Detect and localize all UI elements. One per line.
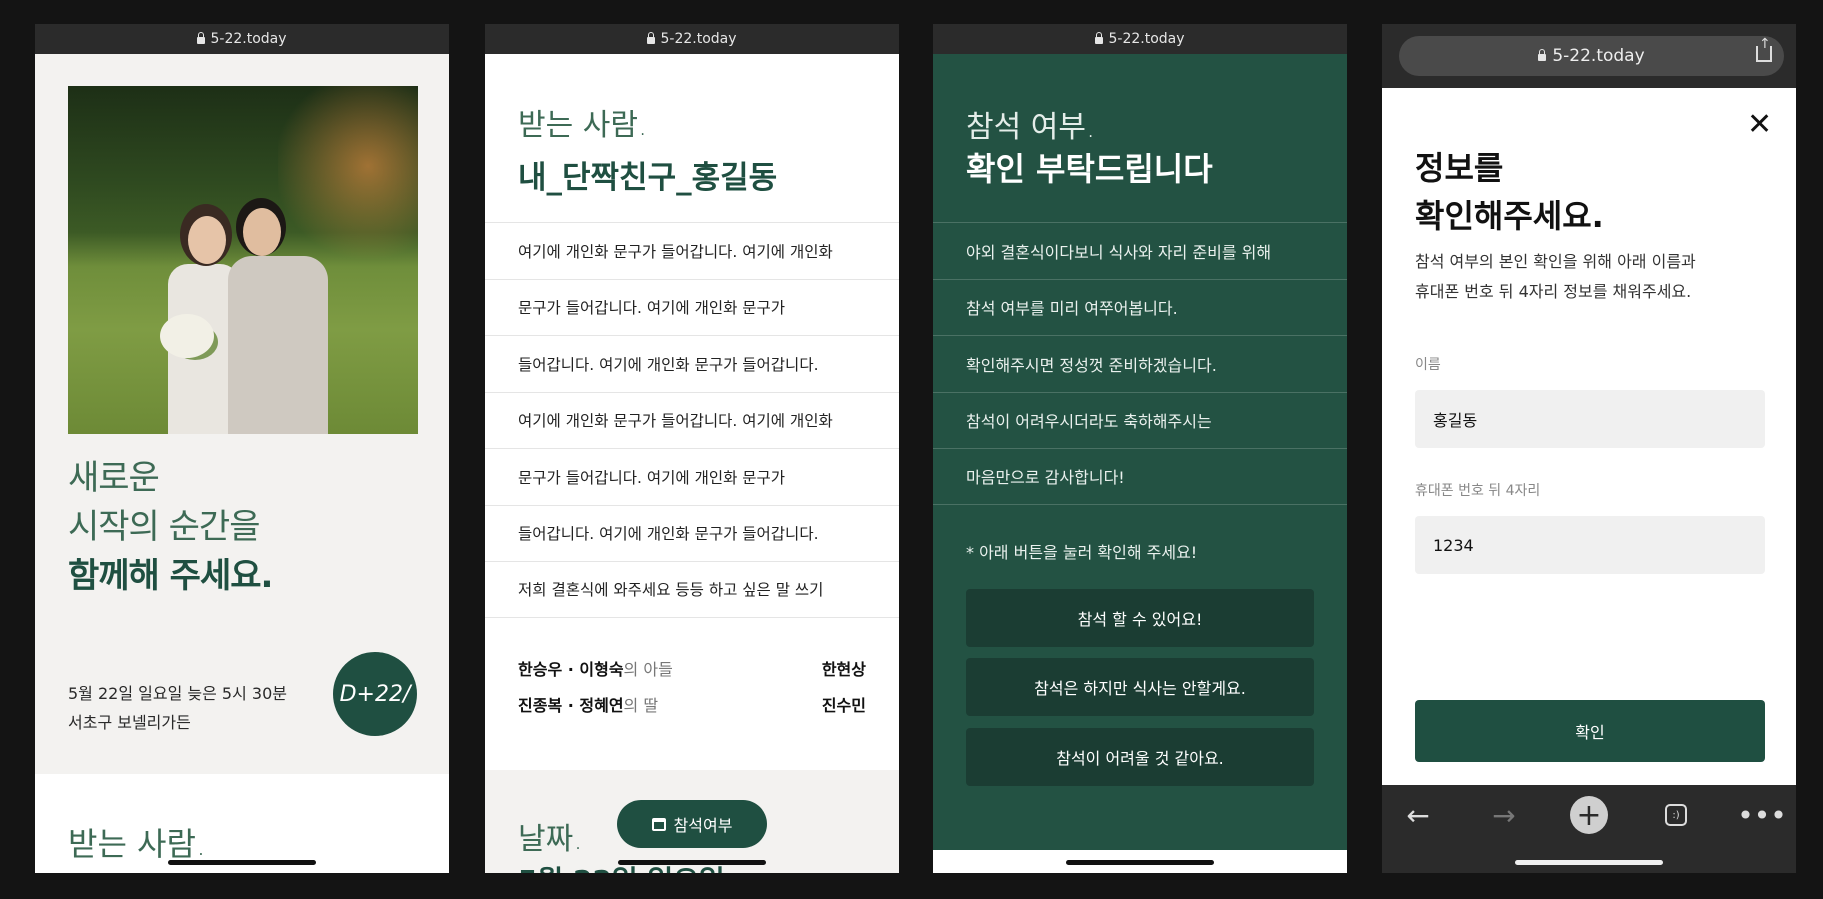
- rsvp-label: 참석 여부.: [966, 110, 1096, 145]
- groom-name: 한현상: [821, 660, 866, 679]
- cover-title-line3: 함께해 주세요.: [68, 556, 273, 596]
- url-text: 5-22.today: [1108, 31, 1185, 47]
- bride-name: 진수민: [821, 696, 866, 715]
- date-label: 날짜.: [518, 822, 583, 857]
- calendar-icon: [651, 817, 666, 831]
- message-line: 여기에 개인화 문구가 들어갑니다. 여기에 개인화: [485, 391, 899, 449]
- next-section-label: 받는 사람.: [68, 825, 207, 863]
- family-row-groom: 한승우 · 이형숙의 아들 한현상: [518, 656, 866, 680]
- url-text: 5-22.today: [1552, 46, 1645, 66]
- address-bar[interactable]: 5-22.today: [485, 24, 899, 54]
- verify-description: 참석 여부의 본인 확인을 위해 아래 이름과 휴대폰 번호 뒤 4자리 정보를…: [1415, 247, 1696, 307]
- message-line: 문구가 들어갑니다. 여기에 개인화 문구가: [485, 448, 899, 505]
- tabs-icon[interactable]: :): [1656, 795, 1696, 835]
- share-icon[interactable]: [1756, 36, 1772, 62]
- phone-label: 휴대폰 번호 뒤 4자리: [1415, 483, 1541, 499]
- home-indicator: [1066, 860, 1214, 865]
- home-indicator: [618, 860, 766, 865]
- event-datetime: 5월 22일 일요일 늦은 5시 30분: [68, 684, 287, 703]
- home-indicator: [1515, 860, 1663, 865]
- invitation-cover-screen: 5-22.today 새로운 시작의 순간을 함께해 주세요. 5월 22일 일…: [35, 24, 449, 873]
- rsvp-floating-button[interactable]: 참석여부: [617, 800, 767, 848]
- attend-no-meal-button[interactable]: 참석은 하지만 식사는 안할게요.: [966, 658, 1314, 716]
- groom-parents: 한승우 · 이형숙: [518, 660, 624, 679]
- event-info: 5월 22일 일요일 늦은 5시 30분 서초구 보넬리가든: [68, 679, 287, 737]
- message-line: 들어갑니다. 여기에 개인화 문구가 들어갑니다.: [485, 504, 899, 562]
- back-icon[interactable]: ←: [1398, 795, 1438, 835]
- rsvp-screen: 5-22.today 참석 여부. 확인 부탁드립니다 야외 결혼식이다보니 식…: [933, 24, 1347, 873]
- groom-relation: 의 아들: [623, 660, 673, 679]
- verify-info-screen: 5-22.today ✕ 정보를 확인해주세요. 참석 여부의 본인 확인을 위…: [1382, 24, 1796, 873]
- rsvp-text-line: 참석이 어려우시더라도 축하해주시는: [933, 391, 1347, 449]
- message-list: 여기에 개인화 문구가 들어갑니다. 여기에 개인화 문구가 들어갑니다. 여기…: [485, 222, 899, 618]
- url-text: 5-22.today: [210, 31, 287, 47]
- name-field[interactable]: [1415, 390, 1765, 448]
- cover-title-line1: 새로운: [68, 458, 160, 498]
- message-line: 여기에 개인화 문구가 들어갑니다. 여기에 개인화: [485, 222, 899, 279]
- verify-desc-line2: 휴대폰 번호 뒤 4자리 정보를 채워주세요.: [1415, 282, 1692, 301]
- phone-last4-field[interactable]: [1415, 516, 1765, 574]
- verify-title: 정보를 확인해주세요.: [1415, 144, 1604, 240]
- receiver-label: 받는 사람.: [518, 108, 648, 143]
- verify-title-line1: 정보를: [1415, 149, 1504, 187]
- browser-top-bar: 5-22.today: [1382, 24, 1796, 88]
- lock-icon: [647, 32, 656, 44]
- address-bar[interactable]: 5-22.today: [1399, 36, 1784, 76]
- bride-parents: 진종복 · 정혜연: [518, 696, 624, 715]
- lock-icon: [1095, 32, 1104, 44]
- url-text: 5-22.today: [660, 31, 737, 47]
- rsvp-note: * 아래 버튼을 눌러 확인해 주세요!: [966, 543, 1198, 562]
- receiver-name: 내_단짝친구_홍길동: [518, 160, 778, 196]
- message-line: 들어갑니다. 여기에 개인화 문구가 들어갑니다.: [485, 335, 899, 392]
- receiver-message-screen: 5-22.today 받는 사람. 내_단짝친구_홍길동 여기에 개인화 문구가…: [485, 24, 899, 873]
- confirm-button[interactable]: 확인: [1415, 700, 1765, 762]
- more-icon[interactable]: •••: [1737, 795, 1787, 835]
- address-bar[interactable]: 5-22.today: [933, 24, 1347, 54]
- name-label: 이름: [1415, 357, 1441, 373]
- family-row-bride: 진종복 · 정혜연의 딸 진수민: [518, 692, 866, 716]
- new-tab-icon[interactable]: +: [1570, 796, 1608, 834]
- rsvp-text-line: 야외 결혼식이다보니 식사와 자리 준비를 위해: [933, 222, 1347, 279]
- verify-desc-line1: 참석 여부의 본인 확인을 위해 아래 이름과: [1415, 252, 1696, 271]
- lock-icon: [1538, 49, 1547, 61]
- rsvp-text-line: 확인해주시면 정성껏 준비하겠습니다.: [933, 335, 1347, 392]
- close-icon[interactable]: ✕: [1747, 110, 1772, 140]
- not-attend-button[interactable]: 참석이 어려울 것 같아요.: [966, 728, 1314, 786]
- message-line: 문구가 들어갑니다. 여기에 개인화 문구가: [485, 278, 899, 336]
- rsvp-text-line: 참석 여부를 미리 여쭈어봅니다.: [933, 278, 1347, 336]
- couple-photo: [68, 86, 418, 434]
- message-line: 저희 결혼식에 와주세요 등등 하고 싶은 말 쓰기: [485, 561, 899, 618]
- bride-relation: 의 딸: [623, 696, 659, 715]
- lock-icon: [197, 32, 206, 44]
- cover-title: 새로운 시작의 순간을 함께해 주세요.: [68, 454, 273, 601]
- rsvp-text-line: 마음만으로 감사합니다!: [933, 448, 1347, 505]
- address-bar[interactable]: 5-22.today: [35, 24, 449, 54]
- home-indicator: [168, 860, 316, 865]
- forward-icon[interactable]: →: [1484, 795, 1524, 835]
- cover-title-line2: 시작의 순간을: [68, 507, 261, 547]
- verify-title-line2: 확인해주세요.: [1415, 197, 1604, 235]
- rsvp-button-label: 참석여부: [673, 816, 733, 835]
- rsvp-title: 확인 부탁드립니다: [966, 150, 1213, 188]
- dday-badge: D+22/: [333, 652, 417, 736]
- rsvp-text-list: 야외 결혼식이다보니 식사와 자리 준비를 위해 참석 여부를 미리 여쭈어봅니…: [933, 222, 1347, 505]
- event-venue: 서초구 보넬리가든: [68, 713, 191, 732]
- browser-toolbar: ← → + :) •••: [1382, 785, 1796, 873]
- attend-button[interactable]: 참석 할 수 있어요!: [966, 589, 1314, 647]
